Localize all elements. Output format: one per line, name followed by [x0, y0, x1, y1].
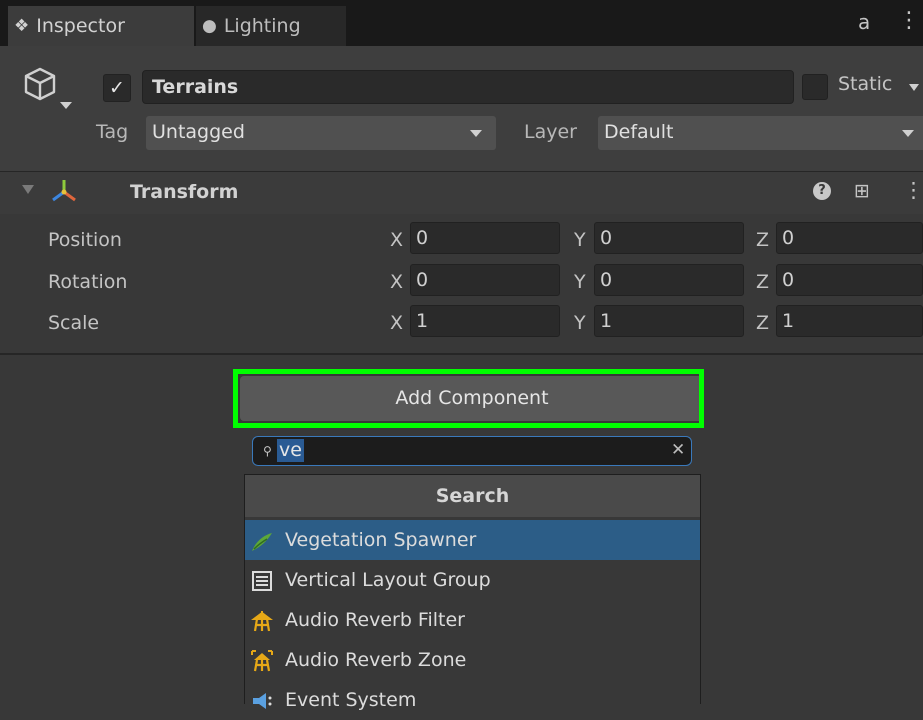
axis-z-label[interactable]: Z — [756, 271, 769, 293]
vegetation-spawner-icon — [252, 533, 272, 551]
layer-label: Layer — [524, 121, 577, 143]
lock-icon[interactable]: а — [858, 10, 870, 34]
tab-lighting-label: Lighting — [223, 15, 301, 37]
rotation-x-field[interactable]: 0 — [410, 264, 560, 296]
foldout-arrow-icon[interactable] — [22, 185, 34, 194]
scale-z-field[interactable]: 1 — [776, 305, 923, 337]
axis-y-label[interactable]: Y — [574, 312, 586, 334]
rotation-label: Rotation — [48, 271, 128, 293]
static-checkbox[interactable] — [802, 74, 828, 100]
component-search-input[interactable] — [252, 436, 692, 466]
static-label[interactable]: Static — [838, 73, 892, 95]
transform-title: Transform — [130, 181, 239, 203]
axis-z-label[interactable]: Z — [756, 229, 769, 251]
event-system-icon — [253, 693, 272, 709]
presets-icon[interactable]: ⊞ — [854, 180, 870, 202]
object-name-field[interactable]: Terrains — [142, 70, 794, 104]
lightbulb-icon: ● — [202, 16, 217, 36]
search-input-value[interactable]: ve — [277, 439, 304, 462]
position-label: Position — [48, 229, 122, 251]
help-icon[interactable]: ? — [813, 182, 831, 200]
position-z-field[interactable]: 0 — [776, 222, 923, 254]
audio-reverb-zone-icon — [251, 650, 273, 672]
list-item-label: Vegetation Spawner — [285, 529, 477, 551]
list-item-audio-reverb-filter[interactable]: Audio Reverb Filter — [245, 600, 700, 640]
info-icon: ❖ — [14, 16, 30, 36]
axis-x-label[interactable]: X — [390, 229, 403, 251]
transform-axes-icon — [52, 180, 76, 202]
axis-y-label[interactable]: Y — [574, 271, 586, 293]
audio-reverb-filter-icon — [251, 611, 273, 632]
tag-label: Tag — [96, 121, 129, 143]
rotation-z-field[interactable]: 0 — [776, 264, 923, 296]
object-header — [0, 46, 923, 172]
highlight-box — [233, 369, 704, 428]
icon-dropdown-caret-icon[interactable] — [60, 102, 72, 109]
list-item-label: Audio Reverb Zone — [285, 649, 467, 671]
axis-x-label[interactable]: X — [390, 312, 403, 334]
static-dropdown-icon[interactable] — [909, 84, 919, 91]
clear-icon[interactable]: ✕ — [671, 440, 685, 460]
tab-lighting[interactable]: ● Lighting — [196, 6, 346, 46]
kebab-menu-icon[interactable]: ⋮ — [903, 178, 923, 202]
gameobject-cube-icon[interactable] — [22, 66, 58, 102]
list-item-vertical-layout-group[interactable]: Vertical Layout Group — [245, 560, 700, 600]
active-checkbox[interactable]: ✓ — [103, 74, 131, 102]
scale-y-field[interactable]: 1 — [594, 305, 744, 337]
position-y-field[interactable]: 0 — [594, 222, 744, 254]
layout-group-icon — [252, 571, 272, 591]
scale-label: Scale — [48, 312, 100, 334]
axis-y-label[interactable]: Y — [574, 229, 586, 251]
rotation-y-field[interactable]: 0 — [594, 264, 744, 296]
kebab-menu-icon[interactable]: ⋮ — [898, 8, 920, 33]
axis-z-label[interactable]: Z — [756, 312, 769, 334]
chevron-down-icon — [470, 130, 482, 137]
tab-inspector[interactable]: ❖ Inspector — [8, 6, 194, 46]
list-item-label: Audio Reverb Filter — [285, 609, 465, 631]
list-item-event-system[interactable]: Event System — [245, 680, 700, 720]
list-item-vegetation-spawner[interactable]: Vegetation Spawner — [245, 520, 700, 560]
list-item-label: Vertical Layout Group — [285, 569, 491, 591]
list-item-label: Event System — [285, 689, 417, 711]
list-item-audio-reverb-zone[interactable]: Audio Reverb Zone — [245, 640, 700, 680]
chevron-down-icon — [902, 130, 914, 137]
tab-inspector-label: Inspector — [36, 15, 125, 37]
layer-dropdown[interactable]: Default — [598, 116, 923, 150]
tag-dropdown[interactable]: Untagged — [146, 116, 496, 150]
scale-x-field[interactable]: 1 — [410, 305, 560, 337]
position-x-field[interactable]: 0 — [410, 222, 560, 254]
list-header: Search — [245, 475, 700, 517]
divider — [0, 353, 923, 355]
axis-x-label[interactable]: X — [390, 271, 403, 293]
search-icon: ⚲ — [263, 444, 272, 458]
